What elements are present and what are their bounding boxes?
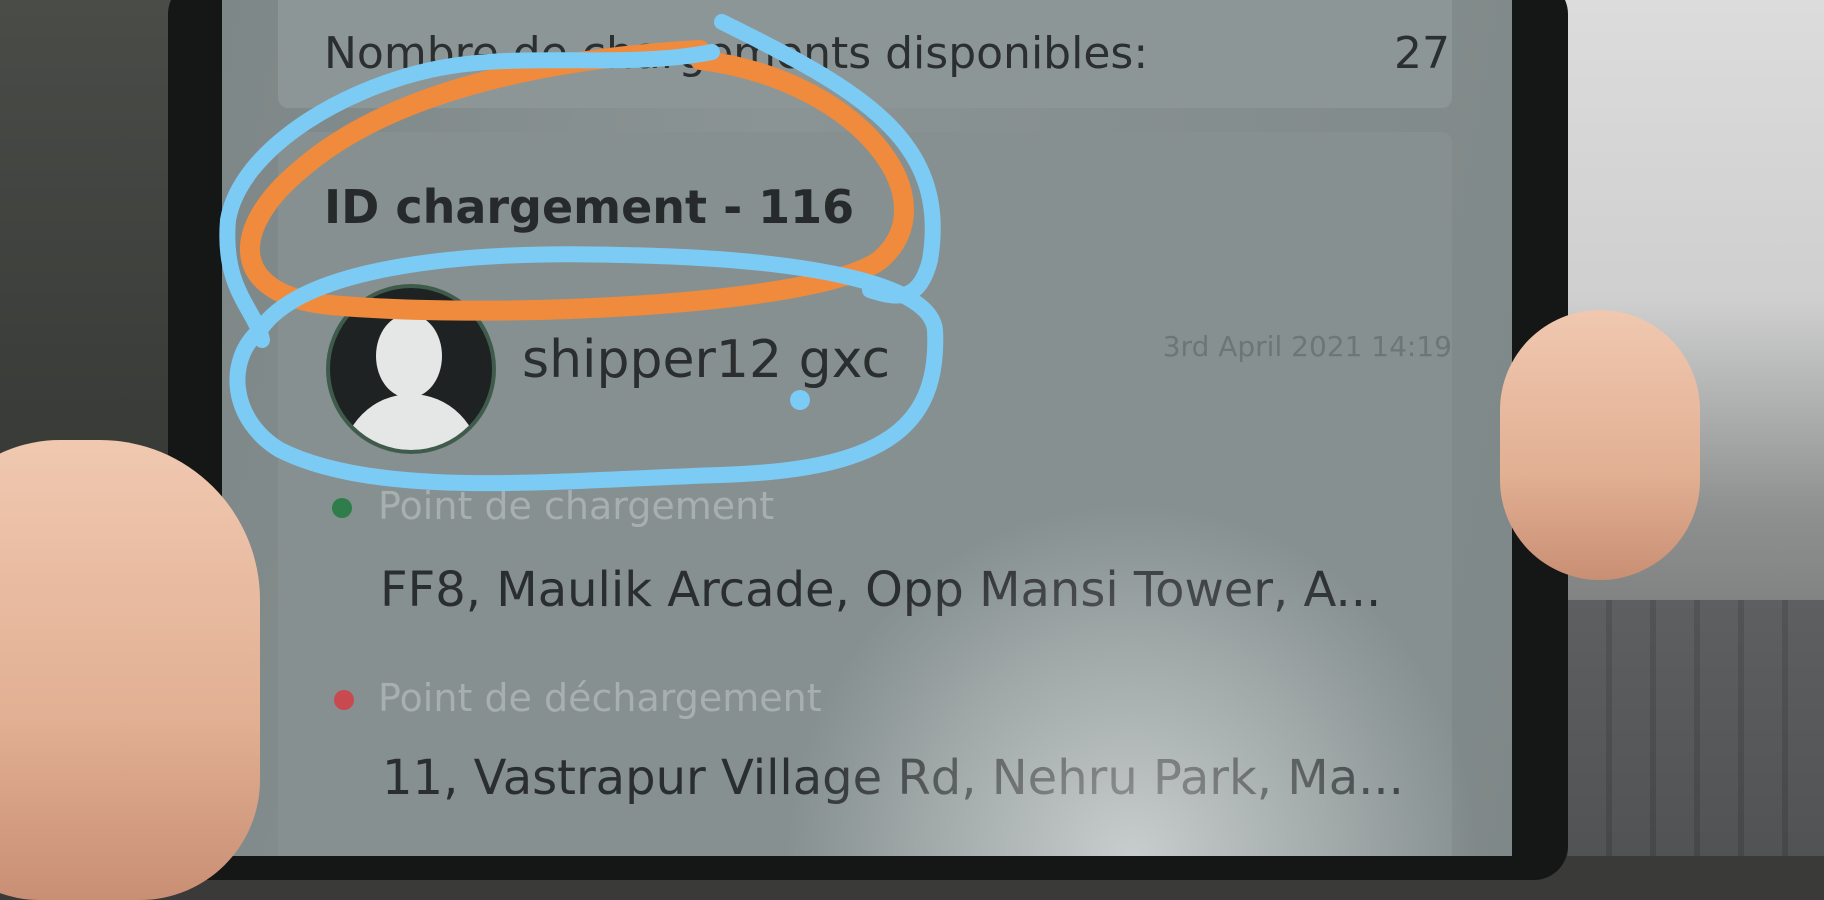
available-loads-label: Nombre de chargements disponibles: <box>324 28 1149 79</box>
right-finger <box>1500 310 1700 580</box>
avatar-body <box>342 394 480 450</box>
user-silhouette-icon <box>326 284 496 454</box>
loading-point-label: Point de chargement <box>378 484 775 528</box>
load-date: 3rd April 2021 14:19 <box>1162 330 1452 363</box>
laptop-keyboard <box>1524 600 1824 856</box>
green-dot-icon <box>332 498 352 518</box>
shipper-name: shipper12 gxc <box>522 330 891 390</box>
loading-address: FF8, Maulik Arcade, Opp Mansi Tower, A..… <box>380 562 1382 618</box>
left-thumb <box>0 440 260 900</box>
available-loads-count: 27 <box>1394 28 1450 79</box>
red-dot-icon <box>334 690 354 710</box>
load-id-title: ID chargement - 116 <box>324 180 855 234</box>
unloading-point-label: Point de déchargement <box>378 676 822 720</box>
avatar-head <box>376 314 442 398</box>
phone-screen: Nombre de chargements disponibles: 27 ID… <box>222 0 1512 856</box>
unloading-address: 11, Vastrapur Village Rd, Nehru Park, Ma… <box>382 750 1404 806</box>
